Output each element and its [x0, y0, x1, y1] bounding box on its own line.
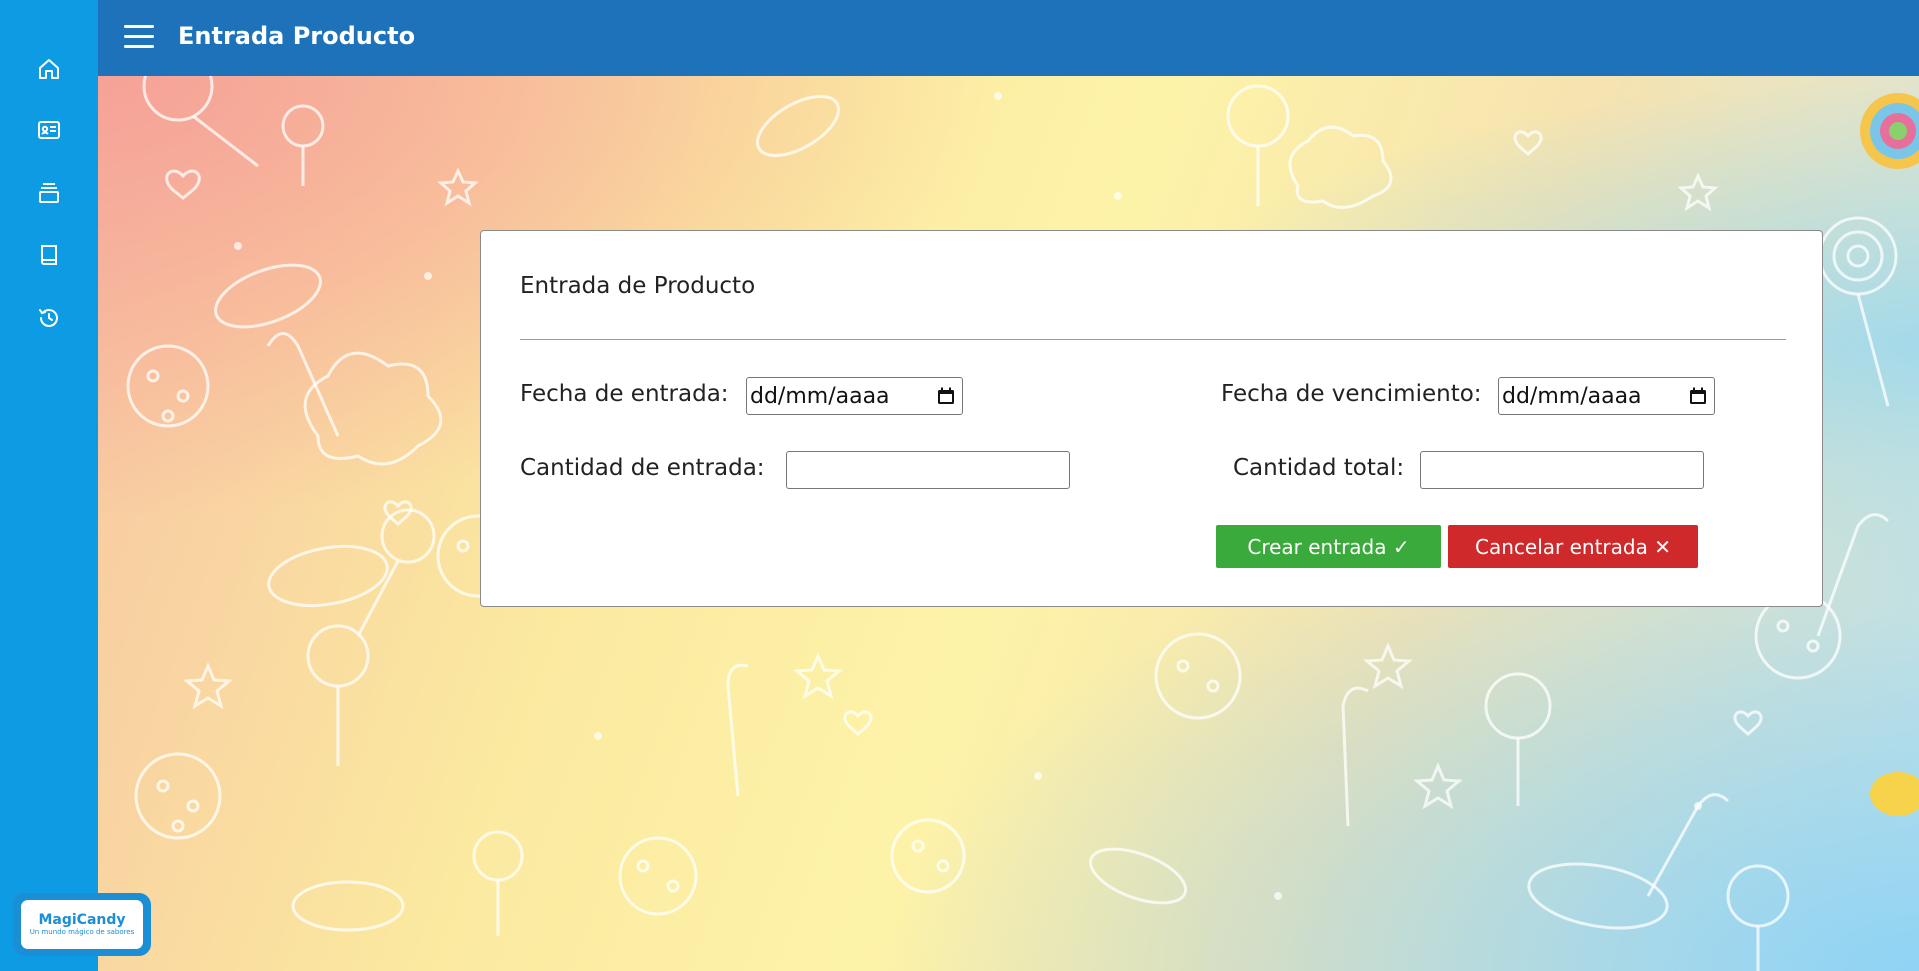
cantidad-entrada-label: Cantidad de entrada:	[520, 455, 765, 481]
sidebar-item-catalog[interactable]	[35, 241, 63, 269]
logo-name: MagiCandy	[38, 912, 126, 928]
fecha-vencimiento-value: dd/mm/aaaa	[1502, 383, 1642, 409]
sidebar-item-home[interactable]	[35, 55, 63, 83]
calendar-icon[interactable]	[936, 386, 956, 406]
create-entry-button[interactable]: Crear entrada ✓	[1216, 525, 1441, 568]
brand-logo[interactable]: MagiCandy Un mundo mágico de sabores	[13, 893, 151, 956]
book-icon	[41, 245, 57, 265]
cantidad-entrada-input[interactable]	[786, 451, 1070, 489]
fecha-vencimiento-label: Fecha de vencimiento:	[1221, 381, 1482, 407]
fecha-entrada-value: dd/mm/aaaa	[750, 383, 890, 409]
home-icon	[39, 59, 59, 79]
sidebar-item-inventory[interactable]	[35, 179, 63, 207]
page-title: Entrada Producto	[178, 22, 416, 50]
logo-tagline: Un mundo mágico de sabores	[29, 928, 135, 936]
cancel-entry-button[interactable]: Cancelar entrada ✕	[1448, 525, 1698, 568]
sidebar	[0, 0, 98, 971]
sidebar-item-history[interactable]	[35, 304, 63, 332]
top-bar: Entrada Producto	[98, 0, 1919, 76]
cantidad-total-input[interactable]	[1420, 451, 1704, 489]
calendar-icon[interactable]	[1688, 386, 1708, 406]
card-title: Entrada de Producto	[520, 273, 756, 299]
divider	[520, 339, 1786, 340]
fecha-entrada-input[interactable]: dd/mm/aaaa	[746, 377, 963, 415]
cantidad-total-label: Cantidad total:	[1233, 455, 1405, 481]
id-card-icon	[38, 121, 60, 139]
fecha-entrada-label: Fecha de entrada:	[520, 381, 729, 407]
stack-icon	[39, 183, 59, 203]
product-entry-card: Entrada de Producto Fecha de entrada: dd…	[480, 230, 1823, 607]
sidebar-item-contacts[interactable]	[35, 116, 63, 144]
history-icon	[39, 309, 58, 327]
menu-icon[interactable]	[124, 25, 154, 49]
fecha-vencimiento-input[interactable]: dd/mm/aaaa	[1498, 377, 1715, 415]
